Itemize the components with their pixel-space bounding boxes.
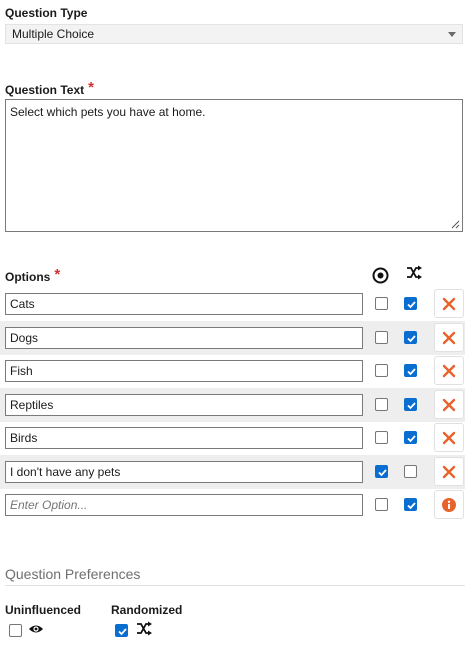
randomize-checkbox[interactable]: [404, 465, 417, 478]
question-text-value: Select which pets you have at home.: [10, 105, 206, 119]
randomize-checkbox[interactable]: [404, 398, 417, 411]
exclusive-checkbox[interactable]: [375, 331, 388, 344]
close-icon: [442, 398, 456, 412]
close-icon: [442, 297, 456, 311]
question-text-label-text: Question Text: [5, 83, 85, 97]
remove-option-button[interactable]: [434, 423, 464, 452]
randomize-checkbox[interactable]: [404, 364, 417, 377]
info-icon: [442, 498, 456, 512]
close-icon: [442, 465, 456, 479]
uninfluenced-label: Uninfluenced: [5, 603, 82, 617]
options-label: Options *: [5, 266, 61, 285]
option-input[interactable]: Dogs: [5, 327, 363, 349]
question-text-label: Question Text *: [5, 79, 94, 98]
question-type-select[interactable]: Multiple Choice: [5, 24, 463, 44]
exclusive-checkbox[interactable]: [375, 398, 388, 411]
remove-option-button[interactable]: [434, 356, 464, 385]
randomize-checkbox[interactable]: [404, 498, 417, 511]
exclusive-checkbox[interactable]: [375, 498, 388, 511]
option-input[interactable]: Fish: [5, 360, 363, 382]
exclusive-checkbox[interactable]: [375, 465, 388, 478]
exclusive-checkbox[interactable]: [375, 431, 388, 444]
shuffle-icon: [137, 621, 152, 636]
info-button[interactable]: [434, 490, 464, 519]
remove-option-button[interactable]: [434, 390, 464, 419]
remove-option-button[interactable]: [434, 323, 464, 352]
remove-option-button[interactable]: [434, 457, 464, 486]
randomized-checkbox[interactable]: [115, 624, 128, 637]
close-icon: [442, 331, 456, 345]
close-icon: [442, 431, 456, 445]
eye-icon: [29, 625, 43, 633]
shuffle-icon: [407, 265, 422, 280]
option-input[interactable]: Reptiles: [5, 394, 363, 416]
randomize-checkbox[interactable]: [404, 331, 417, 344]
chevron-down-icon: [448, 32, 456, 37]
randomize-checkbox[interactable]: [404, 297, 417, 310]
close-icon: [442, 364, 456, 378]
remove-option-button[interactable]: [434, 289, 464, 318]
uninfluenced-checkbox[interactable]: [9, 624, 22, 637]
question-type-label: Question Type: [5, 6, 88, 20]
option-input[interactable]: Cats: [5, 293, 363, 315]
question-type-value: Multiple Choice: [12, 27, 95, 41]
randomize-checkbox[interactable]: [404, 431, 417, 444]
options-label-text: Options: [5, 270, 51, 284]
divider: [5, 585, 465, 586]
option-input[interactable]: I don't have any pets: [5, 461, 363, 483]
randomized-label: Randomized: [111, 603, 183, 617]
exclusive-checkbox[interactable]: [375, 364, 388, 377]
exclusive-checkbox[interactable]: [375, 297, 388, 310]
required-marker: *: [54, 266, 61, 283]
preferences-title: Question Preferences: [5, 566, 141, 582]
required-marker: *: [88, 79, 94, 96]
question-text-input[interactable]: Select which pets you have at home.: [5, 99, 463, 232]
resize-grip-icon[interactable]: [451, 220, 460, 229]
new-option-input[interactable]: Enter Option...: [5, 494, 363, 516]
single-select-icon: [372, 267, 389, 284]
option-input[interactable]: Birds: [5, 427, 363, 449]
